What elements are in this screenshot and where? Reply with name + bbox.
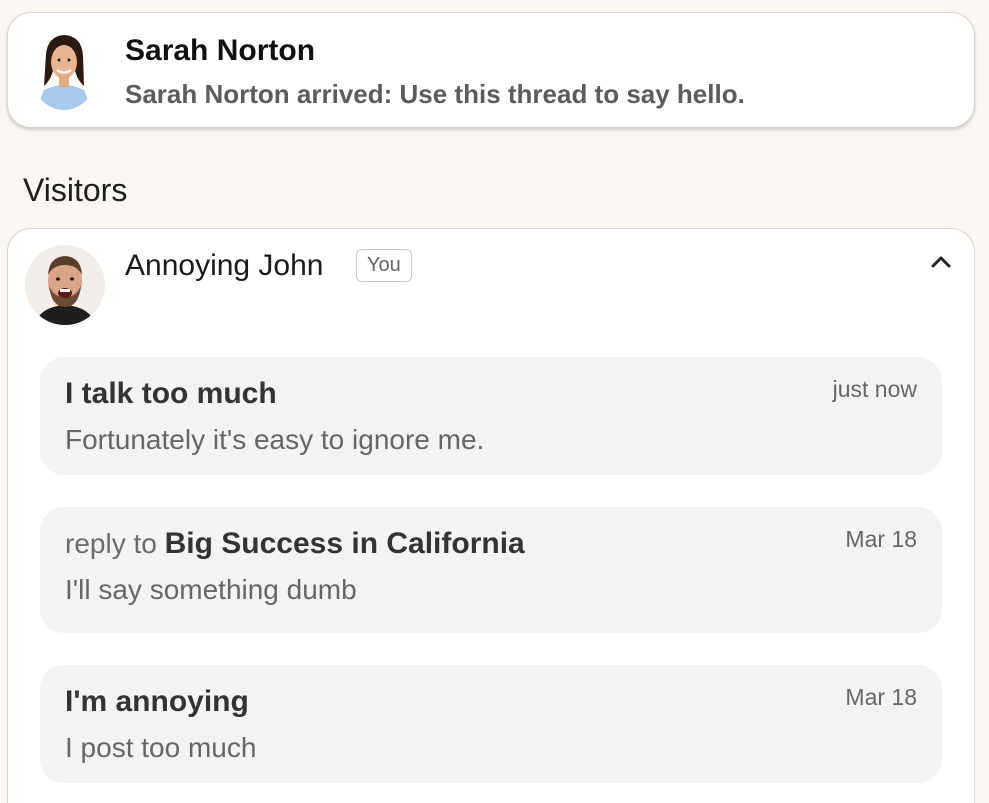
sarah-norton-avatar: [30, 30, 98, 110]
message-body: Fortunately it's easy to ignore me.: [65, 424, 485, 455]
arrival-notification-card[interactable]: Sarah Norton Sarah Norton arrived: Use t…: [7, 12, 975, 128]
notification-title: Sarah Norton: [125, 34, 316, 67]
message-time: Mar 18: [845, 526, 917, 552]
message-time: just now: [832, 376, 917, 402]
message-title: I talk too much: [65, 377, 277, 411]
visitor-thread-card: Annoying John You I talk too much Fortun…: [7, 228, 975, 803]
annoying-john-avatar: [25, 245, 105, 325]
visitor-name: Annoying John: [125, 249, 324, 282]
notification-message: Sarah Norton arrived: Use this thread to…: [125, 79, 745, 109]
message-item[interactable]: I talk too much Fortunately it's easy to…: [40, 357, 942, 475]
message-title-text: Big Success in California: [164, 527, 525, 560]
message-title-text: I talk too much: [65, 377, 277, 410]
chevron-up-icon: [931, 256, 951, 268]
message-body: I post too much: [65, 732, 257, 763]
message-title-text: I'm annoying: [65, 685, 249, 718]
message-title: reply to Big Success in California: [65, 527, 525, 561]
message-time: Mar 18: [845, 684, 917, 710]
message-item[interactable]: I'm annoying I post too much Mar 18: [40, 665, 942, 783]
reply-prefix: reply to: [65, 528, 165, 559]
visitors-section-title: Visitors: [23, 172, 128, 208]
message-title: I'm annoying: [65, 685, 249, 719]
message-item[interactable]: reply to Big Success in California I'll …: [40, 507, 942, 633]
collapse-thread-button[interactable]: [926, 247, 956, 277]
you-badge: You: [356, 249, 412, 282]
message-body: I'll say something dumb: [65, 574, 357, 605]
page: Sarah Norton Sarah Norton arrived: Use t…: [0, 0, 989, 803]
